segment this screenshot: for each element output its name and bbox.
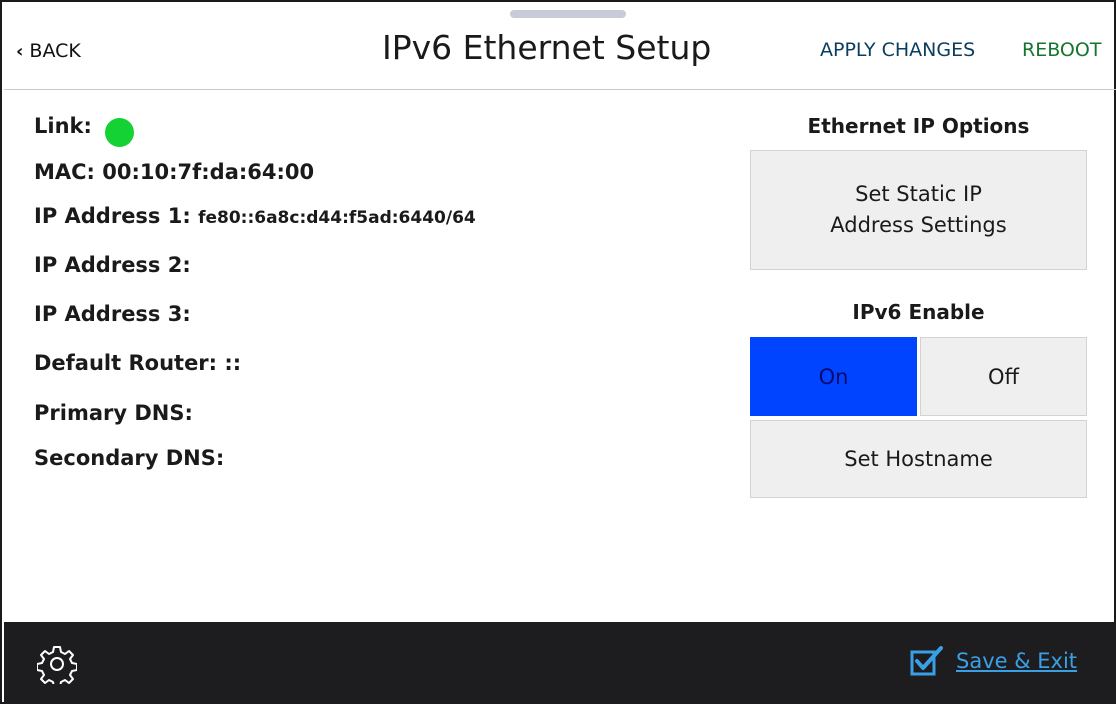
router-row: Default Router: ::: [34, 351, 241, 375]
footer-bar: Save & Exit: [4, 622, 1116, 704]
mac-value: 00:10:7f:da:64:00: [102, 160, 315, 184]
header: ‹ BACK IPv6 Ethernet Setup APPLY CHANGES…: [4, 2, 1116, 90]
ip3-label: IP Address 3:: [34, 302, 191, 326]
checkbox-checked-icon: [910, 646, 943, 676]
link-label: Link:: [34, 114, 92, 138]
gear-icon[interactable]: [36, 644, 78, 688]
reboot-button[interactable]: REBOOT: [1022, 39, 1101, 61]
ip2-row: IP Address 2:: [34, 253, 191, 277]
set-hostname-button[interactable]: Set Hostname: [750, 420, 1087, 498]
set-static-ip-button[interactable]: Set Static IP Address Settings: [750, 150, 1087, 270]
mac-label: MAC:: [34, 160, 95, 184]
ipv6-off-label: Off: [988, 364, 1019, 389]
chevron-left-icon: ‹: [16, 40, 24, 62]
set-static-ip-label: Set Static IP Address Settings: [830, 182, 1007, 237]
mac-row: MAC: 00:10:7f:da:64:00: [34, 160, 314, 184]
ip2-label: IP Address 2:: [34, 253, 191, 277]
app-window: ‹ BACK IPv6 Ethernet Setup APPLY CHANGES…: [0, 0, 1116, 704]
ipv6-on-button[interactable]: On: [750, 337, 917, 416]
save-and-exit-button[interactable]: Save & Exit: [910, 646, 1077, 676]
router-value: ::: [224, 351, 242, 375]
ipv6-on-label: On: [818, 364, 849, 389]
link-row: Link:: [34, 114, 92, 138]
ip1-value: fe80::6a8c:d44:f5ad:6440/64: [198, 208, 476, 228]
primary-dns-label: Primary DNS:: [34, 401, 193, 425]
ip3-row: IP Address 3:: [34, 302, 191, 326]
ipv6-off-button[interactable]: Off: [920, 337, 1087, 416]
back-button[interactable]: ‹ BACK: [16, 40, 81, 62]
router-label: Default Router:: [34, 351, 218, 375]
page-title: IPv6 Ethernet Setup: [382, 28, 712, 67]
apply-changes-button[interactable]: APPLY CHANGES: [820, 39, 975, 61]
secondary-dns-row: Secondary DNS:: [34, 446, 224, 470]
link-status-indicator: [105, 118, 134, 147]
ethernet-options-title: Ethernet IP Options: [807, 114, 1030, 138]
primary-dns-row: Primary DNS:: [34, 401, 193, 425]
ip1-row: IP Address 1: fe80::6a8c:d44:f5ad:6440/6…: [34, 204, 476, 228]
save-and-exit-label: Save & Exit: [956, 649, 1078, 673]
ipv6-enable-title: IPv6 Enable: [852, 300, 985, 324]
back-label: BACK: [29, 40, 81, 62]
secondary-dns-label: Secondary DNS:: [34, 446, 225, 470]
set-hostname-label: Set Hostname: [844, 447, 993, 471]
ip1-label: IP Address 1:: [34, 204, 191, 228]
